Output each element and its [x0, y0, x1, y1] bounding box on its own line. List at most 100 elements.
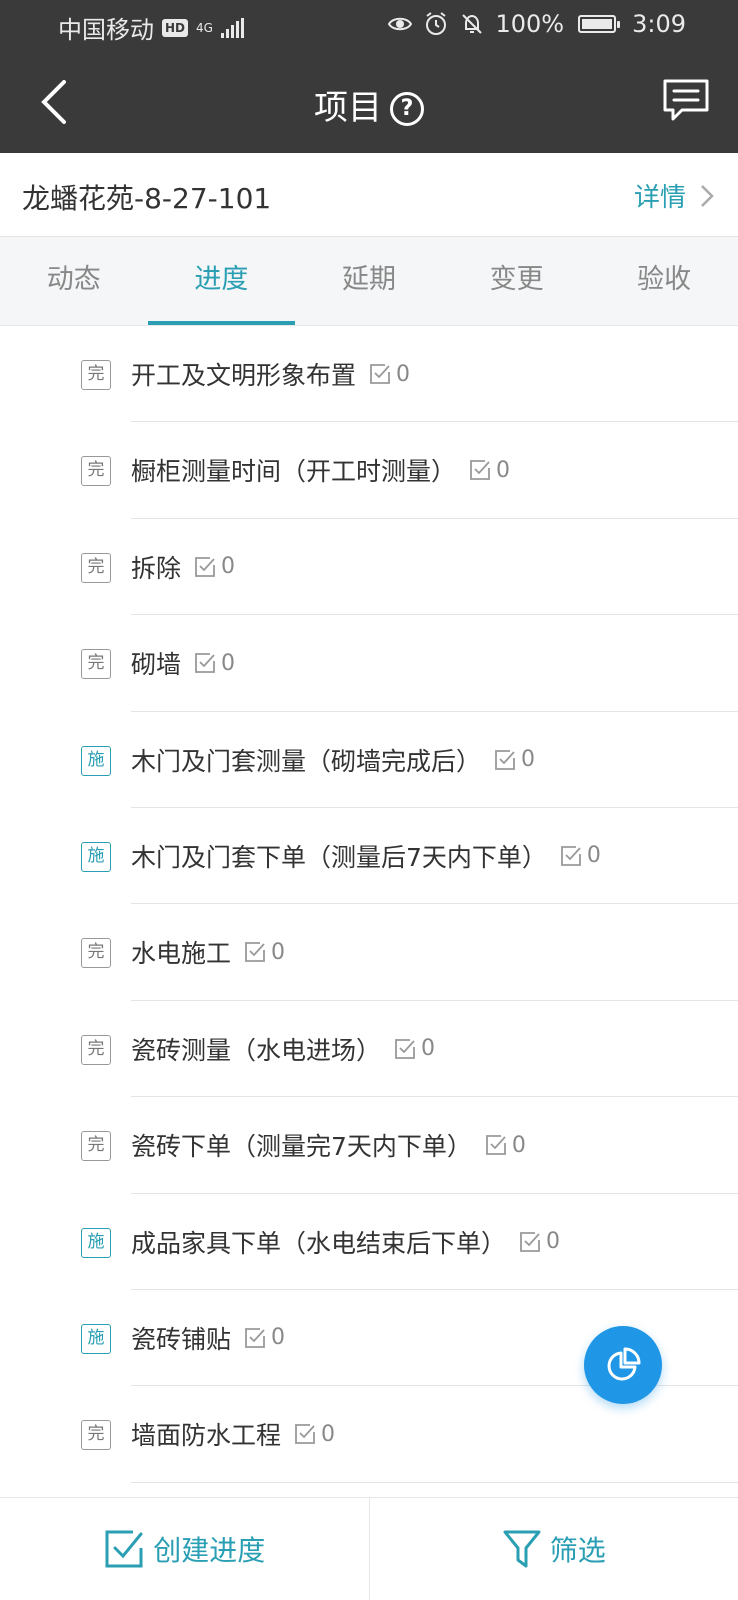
checkbox-icon	[520, 1231, 540, 1252]
project-name: 龙蟠花苑-8-27-101	[22, 182, 272, 215]
status-badge: 施	[81, 841, 111, 872]
chevron-right-icon	[701, 184, 714, 207]
tab-change[interactable]: 变更	[443, 237, 591, 325]
tab-progress[interactable]: 进度	[147, 237, 296, 325]
network-label: 4G	[196, 20, 213, 35]
item-title: 木门及门套测量（砌墙完成后）	[131, 746, 482, 776]
item-title: 墙面防水工程	[131, 1421, 282, 1451]
check-count: 0	[368, 362, 410, 387]
status-right: 100% 3:09	[387, 10, 686, 38]
item-text: 水电施工 0	[131, 934, 285, 970]
item-text: 砌墙 0	[131, 645, 235, 681]
check-count: 0	[393, 1036, 435, 1061]
status-badge: 施	[81, 745, 111, 776]
item-text: 瓷砖铺贴 0	[131, 1320, 285, 1356]
item-text: 橱柜测量时间（开工时测量） 0	[131, 452, 510, 488]
checkbox-edit-icon	[105, 1530, 143, 1568]
page-title: 项目?	[0, 80, 738, 129]
item-text: 木门及门套下单（测量后7天内下单） 0	[131, 838, 601, 874]
check-count: 0	[468, 458, 510, 483]
checkbox-icon	[370, 364, 390, 384]
checkbox-icon	[295, 1424, 315, 1445]
status-badge: 完	[81, 360, 111, 390]
check-count: 0	[243, 1325, 285, 1350]
project-header: 龙蟠花苑-8-27-101 详情	[0, 153, 738, 237]
item-text: 木门及门套测量（砌墙完成后） 0	[131, 742, 535, 778]
item-text: 瓷砖测量（水电进场） 0	[131, 1031, 435, 1067]
check-count-value: 0	[511, 1132, 526, 1158]
check-count: 0	[293, 1422, 335, 1447]
tab-acceptance[interactable]: 验收	[590, 237, 738, 325]
eye-icon	[388, 17, 413, 31]
checkbox-icon	[486, 1135, 506, 1156]
checkbox-icon	[395, 1038, 415, 1059]
check-count: 0	[243, 940, 285, 965]
create-progress-button[interactable]: 创建进度	[0, 1498, 369, 1600]
tab-dynamics[interactable]: 动态	[0, 237, 148, 325]
status-badge: 完	[81, 1420, 111, 1451]
check-count-value: 0	[271, 939, 286, 965]
item-title: 木门及门套下单（测量后7天内下单）	[131, 842, 547, 872]
mute-bell-icon	[462, 14, 483, 34]
create-progress-label: 创建进度	[153, 1534, 266, 1567]
list-item[interactable]: 施木门及门套下单（测量后7天内下单） 0	[0, 808, 738, 905]
list-item[interactable]: 完橱柜测量时间（开工时测量） 0	[0, 422, 738, 519]
check-count: 0	[559, 843, 601, 868]
checkbox-icon	[195, 556, 215, 577]
hd-icon: HD	[162, 18, 188, 37]
pie-chart-icon	[607, 1347, 641, 1381]
list-item[interactable]: 完水电施工 0	[0, 904, 738, 1001]
item-text: 墙面防水工程 0	[131, 1416, 335, 1452]
check-count-value: 0	[271, 1325, 286, 1351]
list-item[interactable]: 施木门及门套测量（砌墙完成后） 0	[0, 712, 738, 808]
check-count-value: 0	[496, 457, 511, 483]
list-item[interactable]: 完拆除 0	[0, 519, 738, 616]
check-count-value: 0	[396, 361, 411, 387]
list-item[interactable]: 完瓷砖下单（测量完7天内下单） 0	[0, 1097, 738, 1194]
item-title: 瓷砖下单（测量完7天内下单）	[131, 1132, 472, 1162]
status-badge: 完	[81, 552, 111, 583]
top-bar: 中国移动 HD 4G 100% 3:09 项目?	[0, 0, 738, 153]
message-icon[interactable]	[660, 76, 712, 126]
list-item[interactable]: 施成品家具下单（水电结束后下单） 0	[0, 1194, 738, 1290]
item-text: 开工及文明形象布置 0	[131, 356, 410, 392]
check-count: 0	[193, 651, 235, 676]
filter-icon	[503, 1530, 541, 1568]
row-divider	[131, 1481, 738, 1483]
check-count-value: 0	[521, 747, 536, 773]
tab-bar: 动态 进度 延期 变更 验收	[0, 237, 738, 326]
signal-icon	[220, 17, 244, 38]
clock-time: 3:09	[632, 10, 686, 38]
item-text: 拆除 0	[131, 549, 235, 585]
tab-delay[interactable]: 延期	[295, 237, 443, 325]
item-title: 橱柜测量时间（开工时测量）	[131, 457, 457, 487]
check-count: 0	[484, 1133, 526, 1158]
check-count: 0	[493, 747, 535, 772]
checkbox-icon	[495, 749, 515, 770]
page-title-text: 项目	[314, 88, 382, 128]
checkbox-icon	[561, 846, 581, 866]
nav-bar: 项目?	[0, 52, 738, 153]
check-count-value: 0	[546, 1229, 561, 1255]
status-bar: 中国移动 HD 4G 100% 3:09	[0, 0, 738, 52]
check-count: 0	[193, 554, 235, 579]
statistics-button[interactable]	[584, 1326, 662, 1404]
item-title: 瓷砖测量（水电进场）	[131, 1035, 382, 1065]
filter-button[interactable]: 筛选	[370, 1498, 738, 1600]
detail-link[interactable]: 详情	[634, 177, 714, 214]
detail-label: 详情	[633, 183, 686, 213]
status-badge: 施	[81, 1323, 111, 1354]
status-badge: 完	[81, 1131, 111, 1162]
list-item[interactable]: 完砌墙 0	[0, 615, 738, 712]
carrier-label: 中国移动	[58, 16, 154, 44]
checkbox-icon	[470, 460, 490, 481]
battery-icon	[578, 15, 621, 33]
status-left: 中国移动 HD 4G	[58, 10, 244, 45]
check-count-value: 0	[421, 1036, 436, 1062]
list-item[interactable]: 完开工及文明形象布置 0	[0, 326, 738, 423]
filter-label: 筛选	[549, 1534, 606, 1567]
help-icon[interactable]: ?	[390, 92, 424, 126]
item-title: 拆除	[131, 553, 182, 583]
check-count-value: 0	[321, 1421, 336, 1447]
list-item[interactable]: 完瓷砖测量（水电进场） 0	[0, 1001, 738, 1098]
